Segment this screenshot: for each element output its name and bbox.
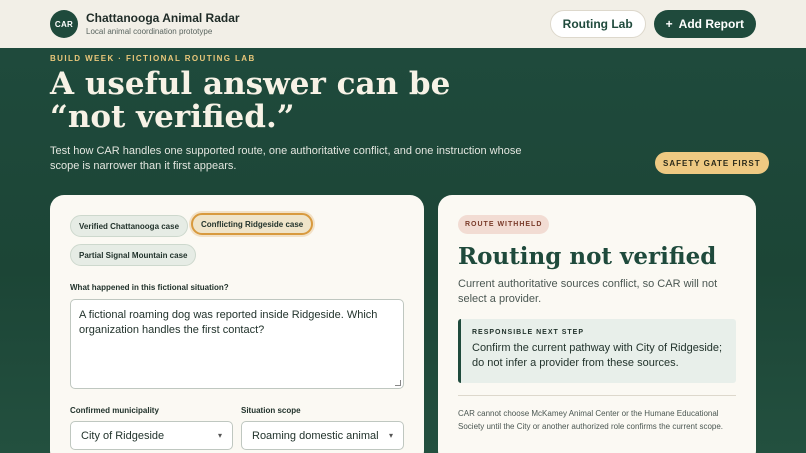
case-chip-partial-signal-mountain[interactable]: Partial Signal Mountain case (70, 244, 197, 266)
scope-label: Situation scope (241, 406, 301, 415)
hero-intro: Test how CAR handles one supported route… (50, 145, 522, 172)
case-input-card: Verified Chattanooga case Conflicting Ri… (50, 195, 424, 453)
scope-value: Roaming domestic animal (252, 429, 379, 442)
result-body: Current authoritative sources conflict, … (458, 278, 718, 305)
result-note: CAR cannot choose McKamey Animal Center … (458, 409, 724, 431)
situation-textarea[interactable]: A fictional roaming dog was reported ins… (70, 299, 404, 389)
result-title: Routing not verified (458, 243, 717, 270)
top-bar: CAR Chattanooga Animal Radar Local anima… (0, 0, 806, 48)
result-card: ROUTE WITHHELD Routing not verified Curr… (438, 195, 756, 453)
app-subtitle: Local animal coordination prototype (86, 27, 213, 37)
next-step-label: RESPONSIBLE NEXT STEP (472, 329, 585, 336)
hero-eyebrow: BUILD WEEK · FICTIONAL ROUTING LAB (50, 54, 256, 63)
app-logo: CAR (50, 10, 78, 38)
municipality-label: Confirmed municipality (70, 406, 159, 415)
next-step-text: Confirm the current pathway with City of… (472, 342, 723, 369)
plus-icon: + (665, 17, 673, 31)
resize-grip-icon[interactable] (395, 380, 401, 386)
brand: Chattanooga Animal Radar Local animal co… (86, 10, 240, 37)
municipality-value: City of Ridgeside (81, 429, 165, 442)
situation-text: A fictional roaming dog was reported ins… (79, 309, 378, 336)
chevron-down-icon: ▾ (388, 431, 393, 440)
municipality-select[interactable]: City of Ridgeside ▾ (70, 421, 233, 450)
app-title: Chattanooga Animal Radar (86, 10, 240, 25)
routing-lab-button[interactable]: Routing Lab (549, 10, 646, 38)
case-chip-conflicting-ridgeside[interactable]: Conflicting Ridgeside case (191, 213, 314, 235)
case-chip-verified-chattanooga[interactable]: Verified Chattanooga case (70, 215, 189, 237)
chevron-down-icon: ▾ (217, 431, 222, 440)
add-report-label: Add Report (678, 17, 744, 31)
next-step-box: RESPONSIBLE NEXT STEP Confirm the curren… (458, 319, 736, 383)
top-actions: Routing Lab + Add Report (549, 10, 756, 38)
hero-headline: A useful answer can be “not verified.” (50, 66, 451, 135)
divider (458, 395, 736, 396)
logo-text: CAR (54, 19, 74, 29)
route-withheld-badge: ROUTE WITHHELD (458, 215, 550, 234)
safety-gate-badge: SAFETY GATE FIRST (655, 152, 769, 174)
scope-select[interactable]: Roaming domestic animal ▾ (241, 421, 404, 450)
situation-label: What happened in this fictional situatio… (70, 283, 229, 292)
add-report-button[interactable]: + Add Report (653, 10, 756, 38)
